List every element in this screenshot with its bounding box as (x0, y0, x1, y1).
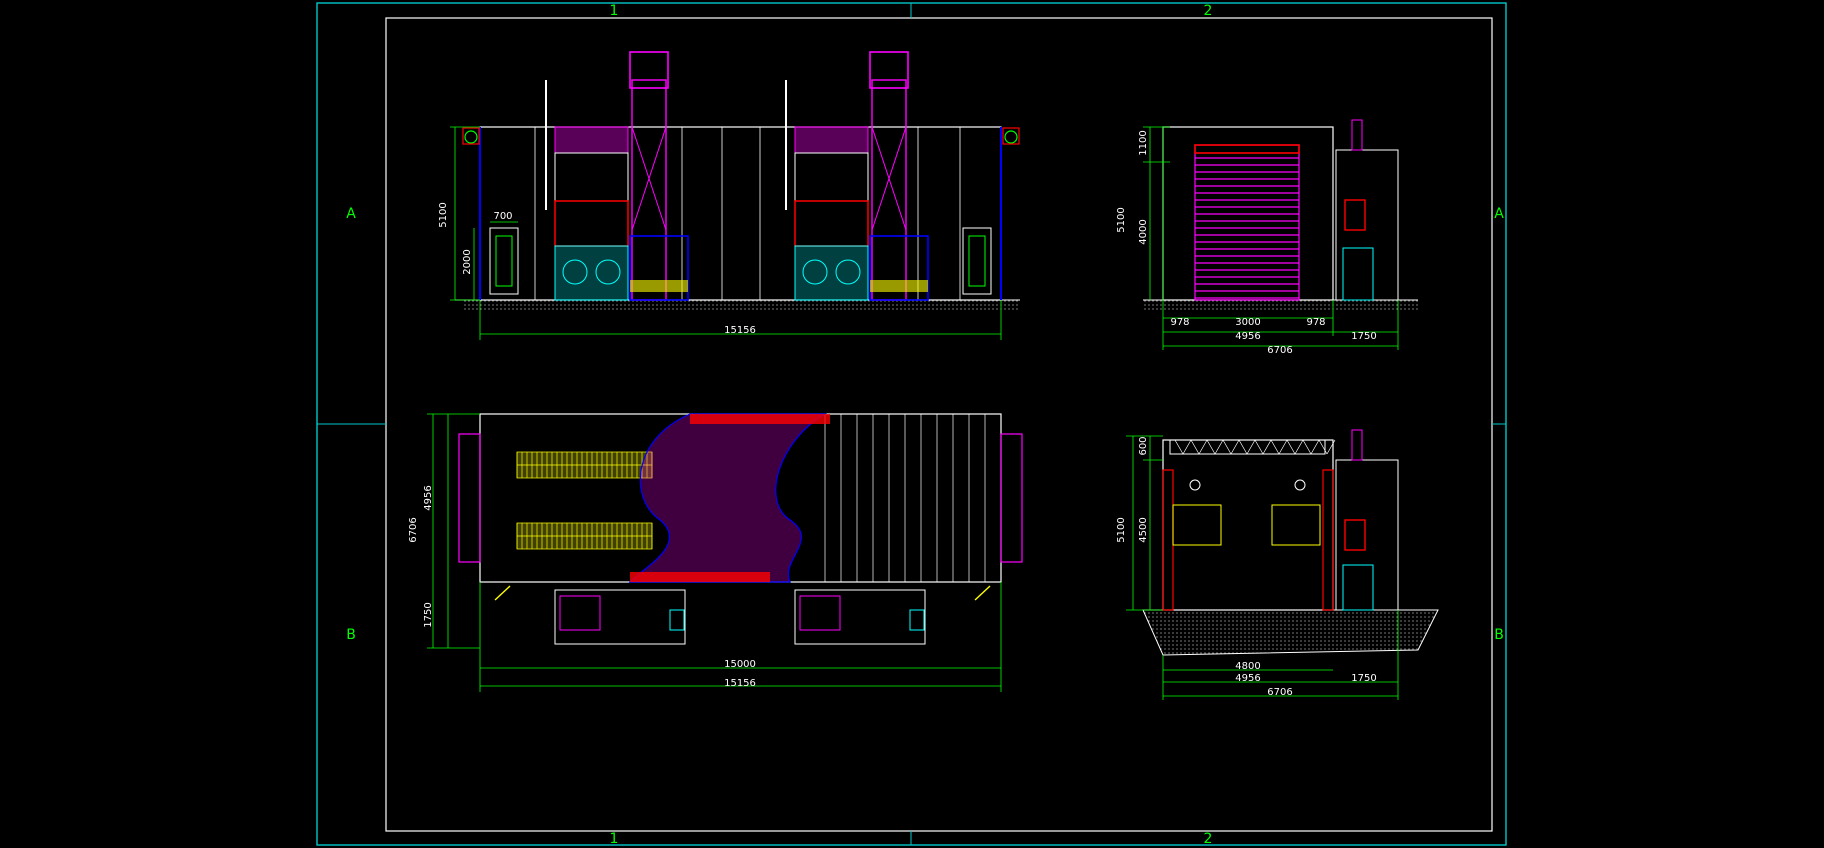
side-height-top: 1100 (1138, 130, 1149, 155)
section-pit-width: 4800 (1235, 661, 1260, 672)
front-door-height: 2000 (462, 249, 473, 274)
side-door-width: 3000 (1235, 317, 1260, 328)
front-door-width: 700 (493, 211, 512, 222)
side-unit-width: 1750 (1351, 331, 1376, 342)
plan-booth-width: 4956 (423, 485, 434, 510)
section-unit-width: 1750 (1351, 673, 1376, 684)
grid-row-a-left: A (346, 206, 356, 222)
grid-col-1-top: 1 (610, 3, 619, 19)
section-overall-width: 6706 (1267, 687, 1292, 698)
section-booth-width: 4956 (1235, 673, 1260, 684)
grid-row-b-right: B (1494, 627, 1504, 643)
side-overall-width: 6706 (1267, 345, 1292, 356)
side-right-margin: 978 (1306, 317, 1325, 328)
cad-drawing-sheet: 1 2 1 2 A A B B 5100 2000 700 15156 5100… (0, 0, 1824, 848)
side-height-total: 5100 (1116, 207, 1127, 232)
side-booth-width: 4956 (1235, 331, 1260, 342)
plan-overall-width: 6706 (408, 517, 419, 542)
side-left-margin: 978 (1170, 317, 1189, 328)
front-length: 15156 (724, 325, 756, 336)
front-height-total: 5100 (438, 202, 449, 227)
grid-col-2-bottom: 2 (1204, 831, 1213, 847)
front-ground (463, 300, 1019, 312)
plan-unit-width: 1750 (423, 602, 434, 627)
grid-col-1-bottom: 1 (610, 831, 619, 847)
section-height-top: 600 (1138, 436, 1149, 455)
section-height-total: 5100 (1116, 517, 1127, 542)
section-height-inner: 4500 (1138, 517, 1149, 542)
plan-length: 15156 (724, 678, 756, 689)
side-height-door: 4000 (1138, 219, 1149, 244)
grid-col-2-top: 2 (1204, 3, 1213, 19)
grid-row-a-right: A (1494, 206, 1504, 222)
grid-row-b-left: B (346, 627, 356, 643)
plan-inner-length: 15000 (724, 659, 756, 670)
